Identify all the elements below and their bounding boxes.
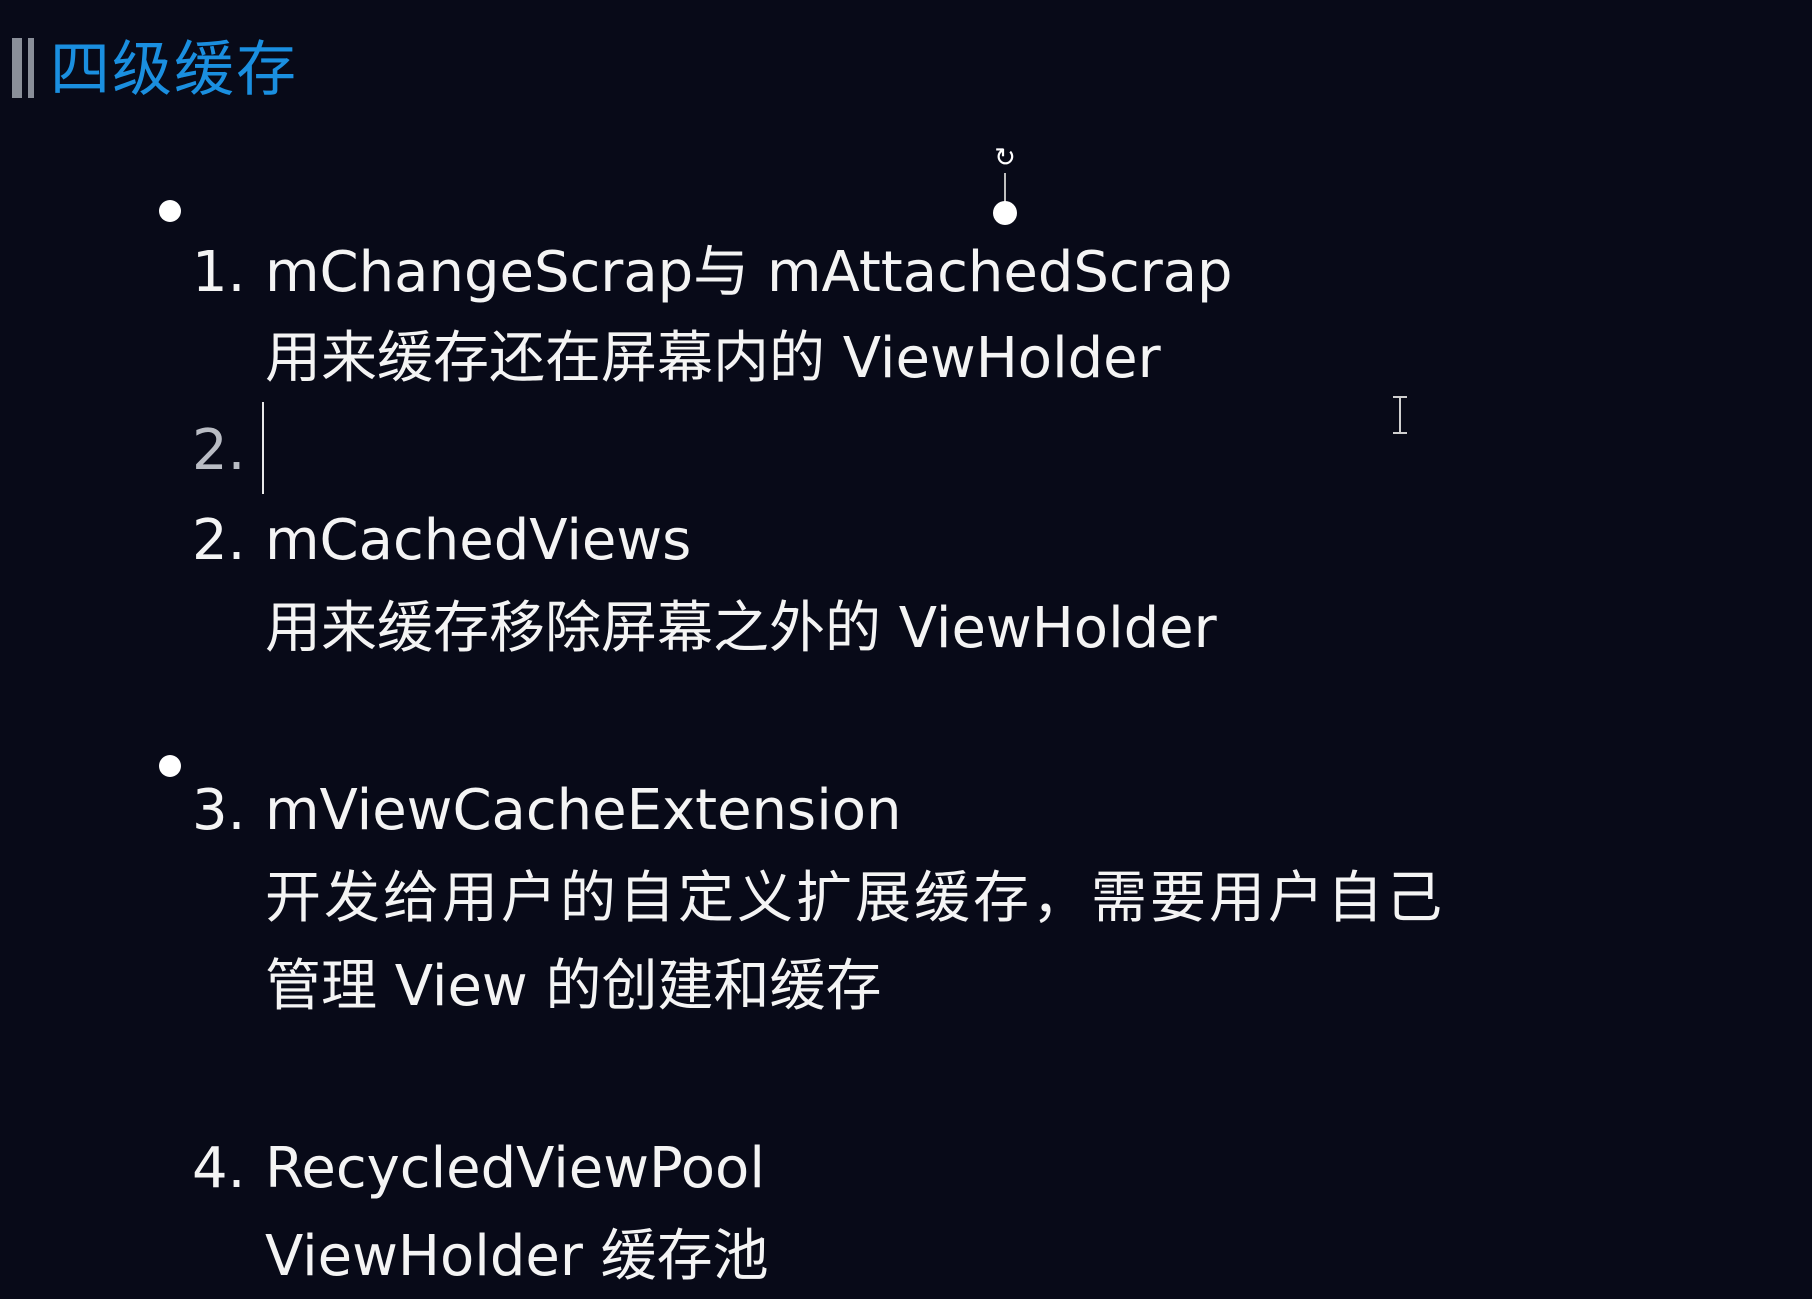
item-number: 4.	[192, 1136, 246, 1201]
bullet-dot	[159, 200, 181, 222]
i-beam-cursor-icon	[1392, 396, 1408, 434]
item-description[interactable]: 用来缓存还在屏幕内的 ViewHolder	[265, 326, 1161, 392]
rotate-handle-icon[interactable]: ↻	[990, 143, 1020, 173]
item-description[interactable]: 开发给用户的自定义扩展缓存，需要用户自己	[265, 866, 1445, 932]
item-heading[interactable]: RecycledViewPool	[265, 1136, 765, 1202]
item-heading[interactable]: mChangeScrap与 mAttachedScrap	[265, 240, 1233, 306]
item-number: 1.	[192, 240, 246, 305]
item-description[interactable]: 用来缓存移除屏幕之外的 ViewHolder	[265, 596, 1217, 662]
item-heading[interactable]: mCachedViews	[265, 508, 691, 574]
item-number: 2.	[192, 508, 246, 573]
text-caret	[262, 402, 264, 494]
item-description[interactable]: ViewHolder 缓存池	[265, 1224, 769, 1290]
item-number: 2.	[192, 418, 246, 483]
title-accent-bars	[12, 38, 42, 98]
bullet-dot	[159, 755, 181, 777]
item-heading[interactable]: mViewCacheExtension	[265, 778, 902, 844]
item-description[interactable]: 管理 View 的创建和缓存	[265, 954, 882, 1020]
resize-handle-knob[interactable]	[993, 201, 1017, 225]
accent-bar-thin	[28, 38, 34, 98]
item-number: 3.	[192, 778, 246, 843]
slide-title: 四级缓存	[50, 35, 298, 105]
shape-rotate-handle[interactable]: ↻	[990, 143, 1020, 227]
accent-bar-thick	[12, 38, 22, 98]
